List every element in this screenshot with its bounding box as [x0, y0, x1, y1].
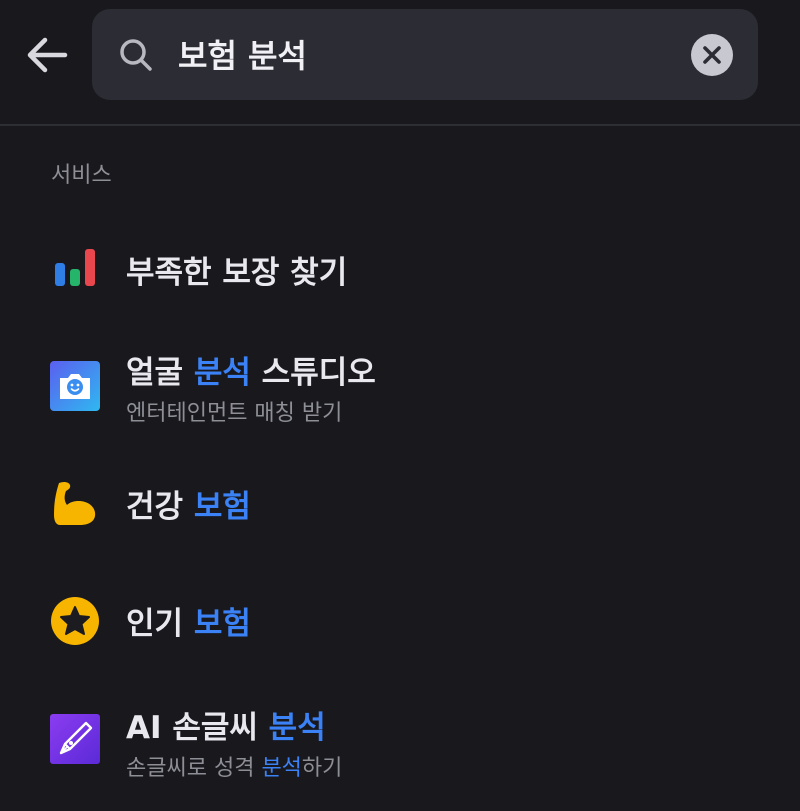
result-subtitle: 엔터테인먼트 매칭 받기: [126, 401, 343, 426]
flexed-bicep-icon: [54, 481, 96, 525]
arrow-left-icon: [27, 37, 68, 73]
result-item-health-insurance[interactable]: 건강 보험: [0, 463, 800, 543]
result-title: AI 손글씨 분석: [126, 710, 326, 746]
bar-chart-icon: [55, 249, 95, 286]
clear-search-button[interactable]: [691, 34, 733, 76]
top-bar: [0, 0, 800, 124]
back-button[interactable]: [22, 32, 72, 78]
camera-face-icon: [50, 361, 100, 411]
fountain-pen-icon: [50, 714, 100, 764]
search-icon: [120, 39, 152, 71]
search-input[interactable]: [178, 31, 678, 77]
result-item-face-studio[interactable]: 얼굴 분석 스튜디오 엔터테인먼트 매칭 받기: [0, 335, 800, 435]
star-badge-icon: [51, 597, 99, 645]
section-label: 서비스: [51, 163, 112, 188]
search-box[interactable]: [92, 9, 758, 100]
result-title: 부족한 보장 찾기: [126, 255, 348, 291]
result-title: 얼굴 분석 스튜디오: [126, 355, 376, 391]
header-divider: [0, 124, 800, 126]
result-subtitle: 손글씨로 성격 분석하기: [126, 756, 343, 781]
close-icon: [703, 46, 721, 64]
result-item-handwriting-analysis[interactable]: AI 손글씨 분석 손글씨로 성격 분석하기: [0, 690, 800, 790]
result-item-coverage[interactable]: 부족한 보장 찾기: [0, 230, 800, 310]
result-item-popular-insurance[interactable]: 인기 보험: [0, 580, 800, 660]
result-title: 건강 보험: [126, 489, 251, 525]
result-title: 인기 보험: [126, 606, 251, 642]
